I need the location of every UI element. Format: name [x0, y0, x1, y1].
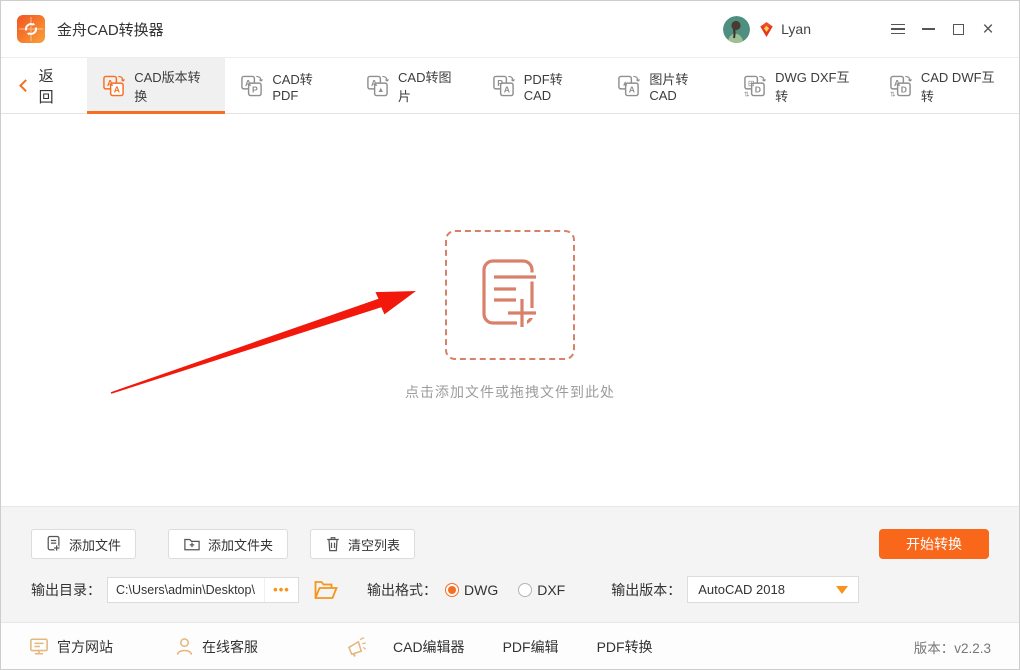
bottom-panel: 添加文件 添加文件夹 清空列表 开始转换 输出目录： — [1, 506, 1019, 622]
add-document-icon — [474, 255, 546, 335]
tab-label: CAD转图片 — [398, 67, 462, 105]
monitor-icon — [29, 637, 49, 656]
add-folder-button[interactable]: 添加文件夹 — [168, 529, 288, 559]
output-version-label: 输出版本： — [611, 580, 681, 600]
start-convert-button[interactable]: 开始转换 — [879, 529, 989, 559]
dwg-dxf-swap-icon: ⊞ D ⇅ — [743, 74, 766, 98]
megaphone-icon — [346, 636, 367, 657]
minimize-icon[interactable] — [913, 14, 943, 44]
chevron-down-icon — [836, 586, 848, 594]
tab-cad-version-convert[interactable]: A A CAD版本转换 — [87, 58, 225, 113]
browse-button[interactable]: ••• — [264, 578, 298, 602]
drop-zone[interactable] — [445, 230, 575, 360]
menu-icon[interactable] — [883, 14, 913, 44]
app-window: 金舟CAD转换器 Lyan — [0, 0, 1020, 670]
tab-label: CAD版本转换 — [134, 67, 210, 105]
svg-text:⊞: ⊞ — [748, 78, 755, 87]
drop-zone-hint: 点击添加文件或拖拽文件到此处 — [405, 382, 615, 402]
output-dir-label: 输出目录： — [31, 580, 101, 600]
pdf-to-cad-icon: P A — [492, 74, 515, 98]
window-controls: × — [883, 14, 1003, 44]
app-title: 金舟CAD转换器 — [57, 19, 164, 40]
svg-text:P: P — [497, 78, 503, 88]
file-plus-icon — [46, 535, 62, 553]
file-list-area: 点击添加文件或拖拽文件到此处 — [1, 114, 1019, 506]
svg-text:A: A — [629, 84, 635, 94]
title-right-group: Lyan × — [723, 14, 1003, 44]
output-dir-field: ••• — [107, 577, 299, 603]
svg-text:P: P — [252, 84, 258, 94]
red-arrow-annotation — [101, 278, 431, 408]
open-folder-button[interactable] — [313, 579, 339, 601]
tab-cad-dwf-swap[interactable]: A D ⇅ CAD DWF互转 — [874, 58, 1019, 113]
folder-plus-icon — [183, 536, 201, 552]
open-folder-icon — [313, 579, 339, 601]
tab-image-to-cad[interactable]: ▲ A 图片转CAD — [602, 58, 728, 113]
tab-bar: 返回 A A CAD版本转换 A P CAD转PDF — [1, 58, 1019, 114]
clear-list-button[interactable]: 清空列表 — [310, 529, 415, 559]
vip-badge-icon — [758, 21, 775, 38]
cad-to-pdf-icon: A P — [240, 74, 263, 98]
radio-dxf[interactable]: DXF — [518, 582, 565, 598]
title-bar: 金舟CAD转换器 Lyan — [1, 1, 1019, 58]
svg-text:A: A — [371, 78, 377, 88]
cad-to-image-icon: A ▲ — [366, 74, 389, 98]
tab-pdf-to-cad[interactable]: P A PDF转CAD — [477, 58, 603, 113]
tab-label: DWG DXF互转 — [775, 67, 859, 105]
svg-text:A: A — [245, 78, 251, 88]
radio-icon — [445, 583, 459, 597]
output-version-select[interactable]: AutoCAD 2018 — [687, 576, 859, 603]
official-site-link[interactable]: 官方网站 — [29, 637, 113, 657]
tab-label: CAD DWF互转 — [921, 67, 1004, 105]
user-avatar[interactable] — [723, 16, 750, 43]
tab-label: PDF转CAD — [524, 69, 588, 103]
tab-dwg-dxf-swap[interactable]: ⊞ D ⇅ DWG DXF互转 — [728, 58, 874, 113]
svg-text:A: A — [114, 84, 120, 94]
svg-text:A: A — [503, 84, 509, 94]
footer-bar: 官方网站 在线客服 CAD编辑器 PDF编辑 PDF转换 版本：v2.2.3 — [1, 622, 1019, 670]
svg-text:D: D — [755, 84, 761, 94]
username[interactable]: Lyan — [781, 21, 811, 37]
svg-text:A: A — [894, 78, 900, 88]
version-label: 版本：v2.2.3 — [914, 637, 991, 657]
back-button[interactable]: 返回 — [1, 58, 87, 113]
output-format-label: 输出格式： — [367, 580, 437, 600]
close-icon[interactable]: × — [973, 14, 1003, 44]
svg-text:⇅: ⇅ — [890, 91, 896, 97]
tab-label: CAD转PDF — [272, 69, 336, 103]
person-icon — [175, 637, 194, 656]
output-dir-input[interactable] — [108, 578, 264, 602]
svg-text:D: D — [901, 84, 907, 94]
svg-text:▲: ▲ — [377, 86, 384, 94]
image-to-cad-icon: ▲ A — [617, 74, 640, 98]
tab-label: 图片转CAD — [649, 69, 713, 103]
pdf-edit-link[interactable]: PDF编辑 — [503, 637, 559, 657]
maximize-icon[interactable] — [943, 14, 973, 44]
pdf-convert-link[interactable]: PDF转换 — [597, 637, 653, 657]
chevron-left-icon — [19, 79, 31, 91]
tab-cad-to-pdf[interactable]: A P CAD转PDF — [225, 58, 351, 113]
cad-version-convert-icon: A A — [102, 74, 125, 98]
app-logo-icon — [17, 15, 45, 43]
tab-cad-to-image[interactable]: A ▲ CAD转图片 — [351, 58, 477, 113]
svg-text:A: A — [107, 78, 113, 88]
svg-text:▲: ▲ — [622, 79, 629, 87]
svg-text:⇅: ⇅ — [744, 91, 750, 97]
cad-editor-link[interactable]: CAD编辑器 — [393, 637, 465, 657]
online-service-link[interactable]: 在线客服 — [175, 637, 258, 657]
radio-dwg[interactable]: DWG — [445, 582, 498, 598]
add-file-button[interactable]: 添加文件 — [31, 529, 136, 559]
radio-icon — [518, 583, 532, 597]
cad-dwf-swap-icon: A D ⇅ — [889, 74, 912, 98]
trash-icon — [325, 535, 341, 553]
